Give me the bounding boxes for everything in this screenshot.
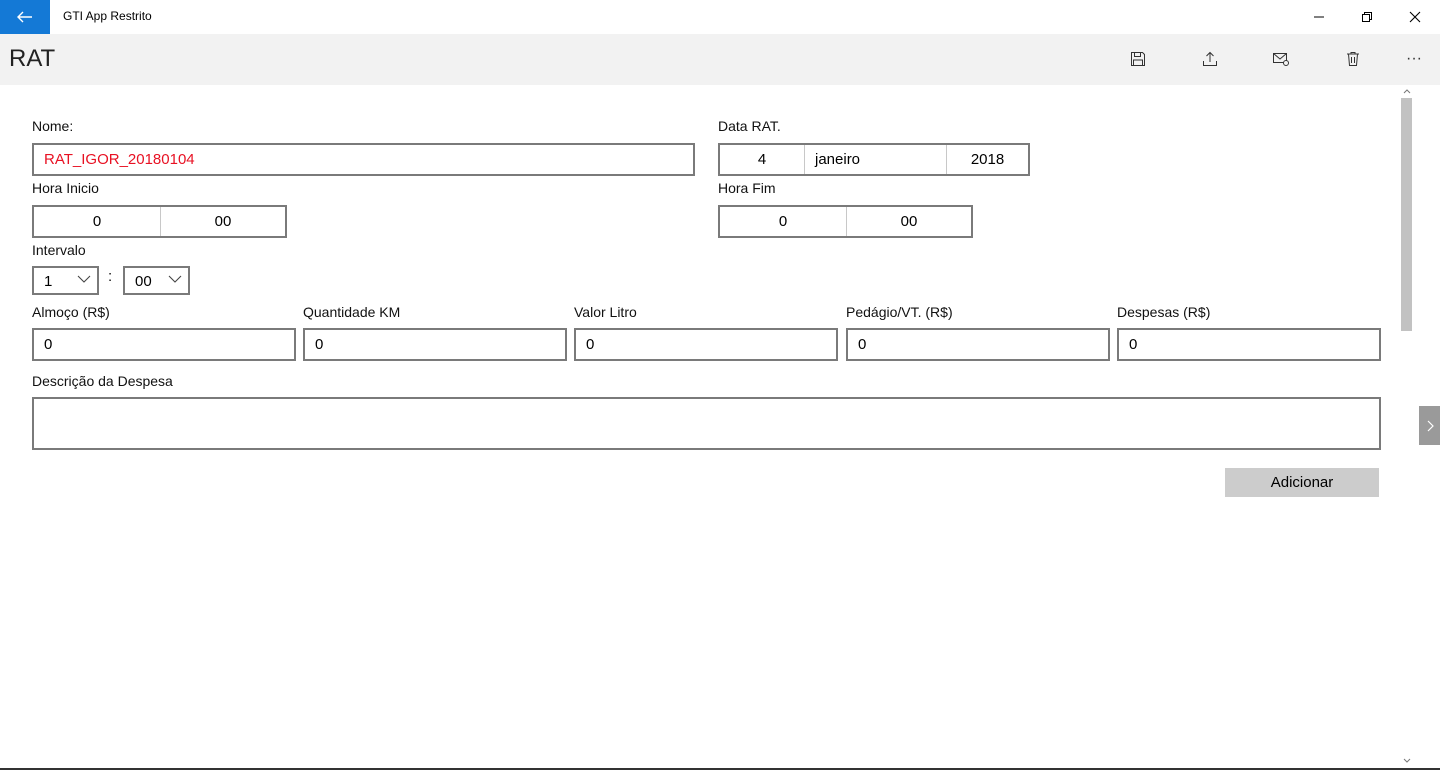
intervalo-minutes-dropdown[interactable]: 00 — [123, 266, 190, 295]
hora-inicio-timepicker[interactable]: 0 00 — [32, 205, 287, 238]
adicionar-button[interactable]: Adicionar — [1225, 468, 1379, 497]
command-bar: RAT ··· — [0, 34, 1440, 85]
hora-fim-label: Hora Fim — [718, 180, 776, 196]
data-rat-datepicker[interactable]: 4 janeiro 2018 — [718, 143, 1030, 176]
data-rat-year[interactable]: 2018 — [946, 145, 1028, 174]
mail-button[interactable] — [1261, 42, 1301, 76]
page-title: RAT — [9, 45, 56, 72]
descricao-textarea[interactable] — [32, 397, 1381, 450]
back-arrow-icon — [17, 11, 32, 23]
close-button[interactable] — [1392, 0, 1438, 34]
valor-litro-label: Valor Litro — [574, 304, 637, 320]
minimize-icon — [1314, 16, 1324, 18]
quantidade-km-value: 0 — [315, 336, 324, 353]
save-icon — [1131, 52, 1145, 66]
descricao-label: Descrição da Despesa — [32, 373, 173, 389]
restore-button[interactable] — [1344, 0, 1390, 34]
hora-inicio-label: Hora Inicio — [32, 180, 99, 196]
side-panel-expander[interactable] — [1419, 406, 1440, 445]
scrollbar-thumb[interactable] — [1401, 98, 1412, 331]
intervalo-hours-dropdown[interactable]: 1 — [32, 266, 99, 295]
almoco-label: Almoço (R$) — [32, 304, 110, 320]
restore-icon — [1362, 12, 1372, 22]
delete-icon — [1347, 52, 1359, 66]
close-icon — [1409, 11, 1421, 23]
despesas-label: Despesas (R$) — [1117, 304, 1211, 320]
mail-icon — [1273, 53, 1289, 66]
chevron-down-icon — [168, 275, 182, 283]
intervalo-label: Intervalo — [32, 242, 86, 258]
almoco-value: 0 — [44, 336, 53, 353]
despesas-value: 0 — [1129, 336, 1138, 353]
valor-litro-value: 0 — [586, 336, 595, 353]
hora-fim-hour[interactable]: 0 — [720, 207, 846, 236]
data-rat-label: Data RAT. — [718, 118, 781, 134]
pedagio-field[interactable]: 0 — [846, 328, 1110, 361]
share-icon — [1203, 51, 1217, 66]
delete-button[interactable] — [1333, 42, 1373, 76]
vertical-scrollbar[interactable] — [1399, 88, 1415, 770]
nome-field[interactable]: RAT_IGOR_20180104 — [32, 143, 695, 176]
intervalo-minutes-value: 00 — [135, 273, 152, 290]
intervalo-hours-value: 1 — [44, 273, 53, 290]
data-rat-month[interactable]: janeiro — [804, 145, 946, 174]
scroll-down-icon — [1403, 758, 1411, 763]
despesas-field[interactable]: 0 — [1117, 328, 1381, 361]
minimize-button[interactable] — [1296, 0, 1342, 34]
pedagio-value: 0 — [858, 336, 867, 353]
hora-fim-minute[interactable]: 00 — [846, 207, 971, 236]
hora-inicio-hour[interactable]: 0 — [34, 207, 160, 236]
nome-value: RAT_IGOR_20180104 — [44, 151, 195, 168]
app-title: GTI App Restrito — [63, 9, 152, 23]
pedagio-label: Pedágio/VT. (R$) — [846, 304, 953, 320]
chevron-right-icon — [1427, 420, 1434, 431]
data-rat-day[interactable]: 4 — [720, 145, 804, 174]
chevron-down-icon — [77, 275, 91, 283]
hora-inicio-minute[interactable]: 00 — [160, 207, 285, 236]
more-icon[interactable]: ··· — [1394, 42, 1434, 76]
save-button[interactable] — [1118, 42, 1158, 76]
almoco-field[interactable]: 0 — [32, 328, 296, 361]
quantidade-km-field[interactable]: 0 — [303, 328, 567, 361]
share-button[interactable] — [1190, 42, 1230, 76]
intervalo-separator: : — [108, 268, 113, 285]
back-button[interactable] — [0, 0, 50, 34]
quantidade-km-label: Quantidade KM — [303, 304, 401, 320]
title-bar: GTI App Restrito — [0, 0, 1440, 34]
hora-fim-timepicker[interactable]: 0 00 — [718, 205, 973, 238]
scroll-up-icon — [1403, 89, 1411, 94]
valor-litro-field[interactable]: 0 — [574, 328, 838, 361]
nome-label: Nome: — [32, 118, 74, 134]
